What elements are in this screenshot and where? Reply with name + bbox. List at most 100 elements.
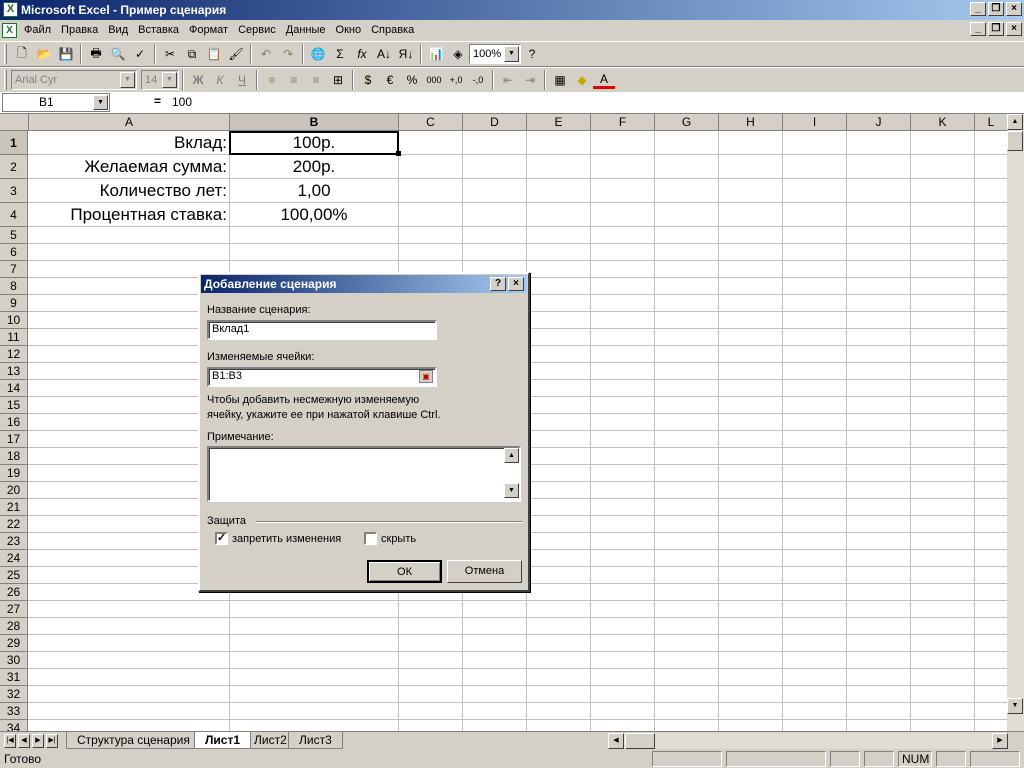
menu-file[interactable]: Файл	[19, 24, 56, 36]
spelling-icon[interactable]: ✓	[129, 43, 151, 65]
select-all-corner[interactable]	[0, 114, 29, 131]
italic-button[interactable]: К	[209, 69, 231, 91]
column-header[interactable]: J	[847, 114, 911, 131]
copy-icon[interactable]: ⧉	[181, 43, 203, 65]
align-right-icon[interactable]: ≡	[305, 69, 327, 91]
comment-scroll-up[interactable]: ▲	[504, 448, 519, 463]
menu-format[interactable]: Формат	[184, 24, 233, 36]
cell-a3[interactable]: Количество лет:	[100, 179, 227, 203]
row-header[interactable]: 24	[0, 550, 28, 567]
align-center-icon[interactable]: ≡	[283, 69, 305, 91]
tab-sheet3[interactable]: Лист3	[288, 732, 343, 749]
row-header[interactable]: 1	[0, 131, 28, 155]
comment-textarea[interactable]	[207, 446, 521, 502]
sort-descending-icon[interactable]: Я↓	[395, 43, 417, 65]
row-header[interactable]: 19	[0, 465, 28, 482]
scroll-up-button[interactable]: ▲	[1007, 114, 1023, 130]
prevent-changes-checkbox[interactable]: ✓	[215, 532, 228, 545]
row-header[interactable]: 11	[0, 329, 28, 346]
row-header[interactable]: 16	[0, 414, 28, 431]
prevent-changes-label[interactable]: запретить изменения	[232, 533, 341, 545]
row-header[interactable]: 2	[0, 155, 28, 179]
hscroll-thumb[interactable]	[625, 733, 655, 749]
zoom-select[interactable]: 100% ▼	[469, 44, 521, 64]
paste-icon[interactable]: 📋	[203, 43, 225, 65]
borders-icon[interactable]: ▦	[549, 69, 571, 91]
column-header[interactable]: C	[399, 114, 463, 131]
column-header[interactable]: D	[463, 114, 527, 131]
vertical-scrollbar[interactable]: ▲ ▼	[1007, 114, 1024, 731]
column-header[interactable]: B	[230, 114, 399, 131]
print-preview-icon[interactable]: 🔍	[107, 43, 129, 65]
increase-decimal-icon[interactable]: +,0	[445, 69, 467, 91]
row-header[interactable]: 8	[0, 278, 28, 295]
row-header[interactable]: 34	[0, 720, 28, 731]
print-icon[interactable]: 🖶	[85, 43, 107, 65]
scroll-right-button[interactable]: ▶	[992, 733, 1008, 749]
changing-cells-input[interactable]: B1:B3 ▣	[207, 367, 437, 387]
cell-b2[interactable]: 200р.	[229, 155, 399, 179]
row-header[interactable]: 32	[0, 686, 28, 703]
column-header[interactable]: H	[719, 114, 783, 131]
row-header[interactable]: 26	[0, 584, 28, 601]
merge-center-icon[interactable]: ⊞	[327, 69, 349, 91]
format-painter-icon[interactable]: 🖌	[225, 43, 247, 65]
row-header[interactable]: 9	[0, 295, 28, 312]
scroll-left-button[interactable]: ◀	[608, 733, 624, 749]
minimize-button[interactable]: _	[970, 2, 986, 16]
cell-a4[interactable]: Процентная ставка:	[70, 203, 227, 227]
row-header[interactable]: 29	[0, 635, 28, 652]
row-header[interactable]: 13	[0, 363, 28, 380]
font-name-select[interactable]: Arial Cyr ▼	[11, 70, 137, 90]
menu-window[interactable]: Окно	[331, 24, 367, 36]
cancel-button[interactable]: Отмена	[447, 560, 522, 583]
font-color-icon[interactable]: A	[593, 71, 615, 89]
formula-input[interactable]: 100	[172, 95, 192, 109]
fill-handle[interactable]	[396, 151, 401, 156]
column-header[interactable]: K	[911, 114, 975, 131]
comma-style-icon[interactable]: 000	[423, 69, 445, 91]
scroll-down-button[interactable]: ▼	[1007, 698, 1023, 714]
row-header[interactable]: 20	[0, 482, 28, 499]
workbook-icon[interactable]: X	[2, 22, 17, 38]
help-button[interactable]: ?	[490, 277, 506, 291]
menu-help[interactable]: Справка	[366, 24, 419, 36]
row-header[interactable]: 31	[0, 669, 28, 686]
font-size-select[interactable]: 14 ▼	[141, 70, 179, 90]
horizontal-scrollbar[interactable]: ◀ ▶	[608, 733, 1008, 749]
chart-wizard-icon[interactable]: 📊	[425, 43, 447, 65]
chevron-down-icon[interactable]: ▼	[504, 46, 519, 62]
collapse-dialog-icon[interactable]: ▣	[419, 370, 433, 383]
undo-icon[interactable]: ↶	[255, 43, 277, 65]
column-header[interactable]: E	[527, 114, 591, 131]
menu-data[interactable]: Данные	[281, 24, 331, 36]
hide-label[interactable]: скрыть	[381, 533, 416, 545]
underline-button[interactable]: Ч	[231, 69, 253, 91]
menu-insert[interactable]: Вставка	[133, 24, 184, 36]
percent-icon[interactable]: %	[401, 69, 423, 91]
scenario-name-input[interactable]: Вклад1	[207, 320, 437, 340]
chevron-down-icon[interactable]: ▼	[162, 72, 177, 88]
row-header[interactable]: 25	[0, 567, 28, 584]
save-icon[interactable]: 💾	[55, 43, 77, 65]
euro-icon[interactable]: €	[379, 69, 401, 91]
tab-scenario-summary[interactable]: Структура сценария	[66, 732, 201, 749]
menu-view[interactable]: Вид	[103, 24, 133, 36]
fill-color-icon[interactable]: ◆	[571, 69, 593, 91]
row-header[interactable]: 27	[0, 601, 28, 618]
chevron-down-icon[interactable]: ▼	[120, 72, 135, 88]
name-box[interactable]: B1 ▼	[2, 93, 110, 112]
cell-b4[interactable]: 100,00%	[229, 203, 399, 227]
menu-tools[interactable]: Сервис	[233, 24, 281, 36]
row-header[interactable]: 4	[0, 203, 28, 227]
currency-icon[interactable]: $	[357, 69, 379, 91]
row-header[interactable]: 15	[0, 397, 28, 414]
help-icon[interactable]: ?	[521, 43, 543, 65]
prev-sheet-button[interactable]: ◀	[18, 734, 30, 748]
decrease-indent-icon[interactable]: ⇤	[497, 69, 519, 91]
cell-a1[interactable]: Вклад:	[174, 131, 227, 155]
column-header[interactable]: G	[655, 114, 719, 131]
row-header[interactable]: 10	[0, 312, 28, 329]
redo-icon[interactable]: ↷	[277, 43, 299, 65]
doc-restore-button[interactable]: ❐	[988, 22, 1004, 36]
